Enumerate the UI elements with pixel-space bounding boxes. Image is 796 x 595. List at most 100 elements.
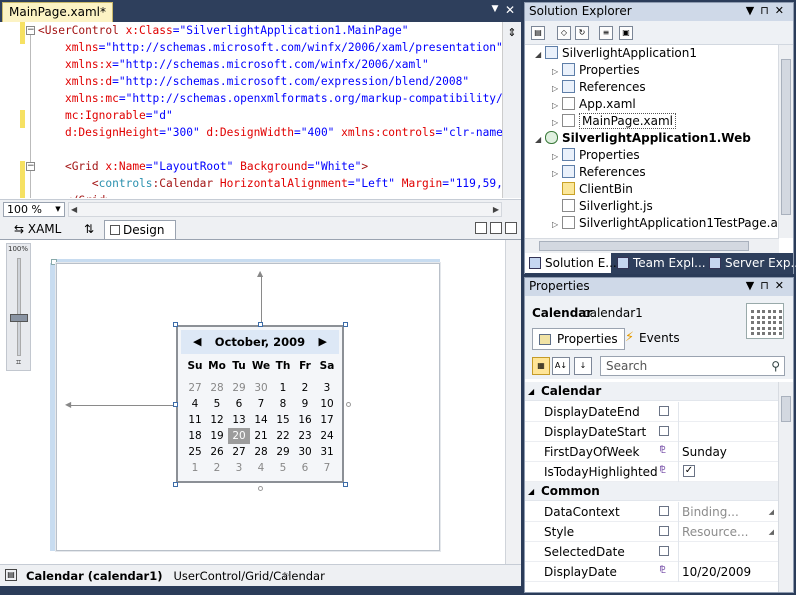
expander-icon[interactable]: ▷ bbox=[552, 80, 562, 97]
resize-handle[interactable] bbox=[343, 322, 348, 327]
expander-icon[interactable]: ▷ bbox=[552, 114, 562, 131]
property-category[interactable]: ◢ Common bbox=[525, 482, 778, 501]
calendar-date[interactable]: 15 bbox=[272, 412, 294, 428]
property-search-input[interactable]: Search ⚲ bbox=[600, 356, 785, 376]
breadcrumb-path[interactable]: UserControl/Grid/Calendar bbox=[173, 569, 324, 583]
pin-icon[interactable]: ⊓ bbox=[760, 279, 775, 292]
advanced-property-icon[interactable] bbox=[659, 526, 669, 536]
advanced-property-icon[interactable] bbox=[659, 426, 669, 436]
chevron-down-icon[interactable]: ▼ bbox=[52, 203, 64, 216]
calendar-date[interactable]: 23 bbox=[294, 428, 316, 444]
expander-icon[interactable]: ▷ bbox=[552, 97, 562, 114]
categorized-icon[interactable]: ▦ bbox=[532, 357, 550, 375]
tree-item[interactable]: ▷ MainPage.xaml bbox=[552, 113, 676, 130]
advanced-property-icon[interactable] bbox=[659, 406, 669, 416]
advanced-property-icon[interactable] bbox=[659, 546, 669, 556]
calendar-date[interactable]: 4 bbox=[250, 460, 272, 476]
calendar-date[interactable]: 27 bbox=[228, 444, 250, 460]
resize-handle[interactable] bbox=[258, 486, 263, 491]
property-row[interactable]: SelectedDate bbox=[525, 542, 778, 562]
property-category[interactable]: ◢ Calendar bbox=[525, 382, 778, 401]
scroll-left-icon[interactable]: ◀ bbox=[71, 205, 77, 214]
advanced-property-icon[interactable]: ⅊ bbox=[659, 446, 669, 456]
property-checkbox[interactable]: ✓ bbox=[683, 465, 695, 477]
design-vertical-scrollbar[interactable] bbox=[505, 240, 521, 564]
close-icon[interactable]: ✕ bbox=[503, 3, 517, 17]
expander-icon[interactable]: ◢ bbox=[535, 131, 545, 148]
tab-xaml[interactable]: ⇆ XAML bbox=[8, 220, 67, 239]
document-outline-icon[interactable]: ▤ bbox=[5, 569, 17, 581]
breadcrumb-arrow-icon[interactable]: ▷ bbox=[284, 570, 290, 579]
code-line[interactable]: d:DesignHeight="300" d:DesignWidth="400"… bbox=[38, 124, 516, 141]
grid-ruler-left[interactable] bbox=[50, 263, 55, 551]
tree-item[interactable]: ◢ SilverlightApplication1 bbox=[535, 45, 697, 62]
tree-item[interactable]: ▷ References bbox=[552, 164, 646, 181]
tree-item[interactable]: ◢ SilverlightApplication1.Web bbox=[535, 130, 751, 147]
calendar-date[interactable]: 10 bbox=[316, 396, 338, 412]
calendar-date[interactable]: 6 bbox=[228, 396, 250, 412]
code-line[interactable]: </Grid> bbox=[38, 192, 112, 198]
advanced-property-icon[interactable] bbox=[659, 506, 669, 516]
design-surface[interactable]: 100% ⌗ ▲ ◀ ◀ October, 2009 ▶ Su Mo Tu We Th F… bbox=[0, 240, 521, 564]
collapse-icon[interactable]: ◢ bbox=[528, 482, 534, 501]
resize-handle[interactable] bbox=[343, 482, 348, 487]
xaml-code-pane[interactable]: − − <UserControl x:Class="SilverlightApp… bbox=[0, 22, 521, 198]
tree-item[interactable]: ▷ SilverlightApplication1TestPage.aspx bbox=[552, 215, 779, 232]
refresh-icon[interactable]: ↻ bbox=[575, 26, 589, 40]
calendar-date[interactable]: 5 bbox=[272, 460, 294, 476]
tab-team-explorer[interactable]: Team Expl... bbox=[613, 253, 706, 273]
expander-icon[interactable]: ▷ bbox=[552, 148, 562, 165]
property-value[interactable]: Binding... bbox=[682, 505, 739, 519]
calendar-month[interactable]: October, 2009 bbox=[181, 335, 339, 349]
calendar-date[interactable]: 25 bbox=[184, 444, 206, 460]
show-all-files-icon[interactable]: ◇ bbox=[557, 26, 571, 40]
search-icon[interactable]: ⚲ bbox=[771, 359, 780, 373]
sort-alphabetical-icon[interactable]: A↓ bbox=[552, 357, 570, 375]
calendar-date[interactable]: 12 bbox=[206, 412, 228, 428]
calendar-date[interactable]: 5 bbox=[206, 396, 228, 412]
tree-item[interactable]: ▷ References bbox=[552, 79, 646, 96]
resize-handle[interactable] bbox=[258, 322, 263, 327]
code-line[interactable]: xmlns:x="http://schemas.microsoft.com/wi… bbox=[38, 56, 429, 73]
resize-handle[interactable] bbox=[173, 322, 178, 327]
calendar-date[interactable]: 31 bbox=[316, 444, 338, 460]
breadcrumb-element[interactable]: Calendar (calendar1) bbox=[26, 569, 162, 583]
window-position-icon[interactable]: ▼ bbox=[746, 4, 760, 17]
calendar-date[interactable]: 13 bbox=[228, 412, 250, 428]
resize-handle[interactable] bbox=[173, 402, 178, 407]
property-row[interactable]: Style Resource... ◢ bbox=[525, 522, 778, 542]
collapse-icon[interactable]: − bbox=[26, 162, 35, 171]
tab-events[interactable]: ⚡ Events bbox=[623, 330, 680, 345]
advanced-property-icon[interactable]: ⅊ bbox=[659, 566, 669, 576]
collapse-icon[interactable]: ◢ bbox=[528, 382, 534, 401]
zoom-track[interactable] bbox=[17, 258, 21, 356]
document-tab[interactable]: MainPage.xaml* bbox=[2, 2, 113, 22]
calendar-date[interactable]: 20 bbox=[228, 428, 250, 444]
close-icon[interactable]: ✕ bbox=[775, 4, 790, 17]
zoom-thumb[interactable] bbox=[10, 314, 28, 322]
code-line[interactable]: mc:Ignorable="d" bbox=[38, 107, 173, 124]
tree-item[interactable]: Silverlight.js bbox=[552, 198, 653, 215]
property-row[interactable]: FirstDayOfWeek ⅊ Sunday bbox=[525, 442, 778, 462]
property-value[interactable]: Resource... bbox=[682, 525, 748, 539]
expander-icon[interactable]: ▷ bbox=[552, 165, 562, 182]
calendar-date[interactable]: 7 bbox=[250, 396, 272, 412]
xaml-vertical-scrollbar[interactable]: ⇕ bbox=[502, 22, 521, 198]
tab-solution-explorer[interactable]: Solution E... bbox=[525, 253, 617, 273]
calendar-date[interactable]: 30 bbox=[250, 380, 272, 396]
resize-handle[interactable] bbox=[346, 402, 351, 407]
calendar-date[interactable]: 29 bbox=[228, 380, 250, 396]
close-icon[interactable]: ✕ bbox=[775, 279, 790, 292]
xaml-horizontal-scrollbar[interactable]: ◀ ▶ bbox=[68, 202, 502, 217]
calendar-date[interactable]: 14 bbox=[250, 412, 272, 428]
calendar-date[interactable]: 30 bbox=[294, 444, 316, 460]
scroll-right-icon[interactable]: ▶ bbox=[493, 205, 499, 214]
calendar-date[interactable]: 17 bbox=[316, 412, 338, 428]
calendar-date[interactable]: 28 bbox=[250, 444, 272, 460]
calendar-date[interactable]: 26 bbox=[206, 444, 228, 460]
properties-vertical-scrollbar[interactable] bbox=[778, 382, 793, 592]
fit-to-window-icon[interactable]: ⌗ bbox=[11, 358, 26, 369]
calendar-date[interactable]: 28 bbox=[206, 380, 228, 396]
calendar-date[interactable]: 29 bbox=[272, 444, 294, 460]
sort-source-icon[interactable]: ↓ bbox=[574, 357, 592, 375]
